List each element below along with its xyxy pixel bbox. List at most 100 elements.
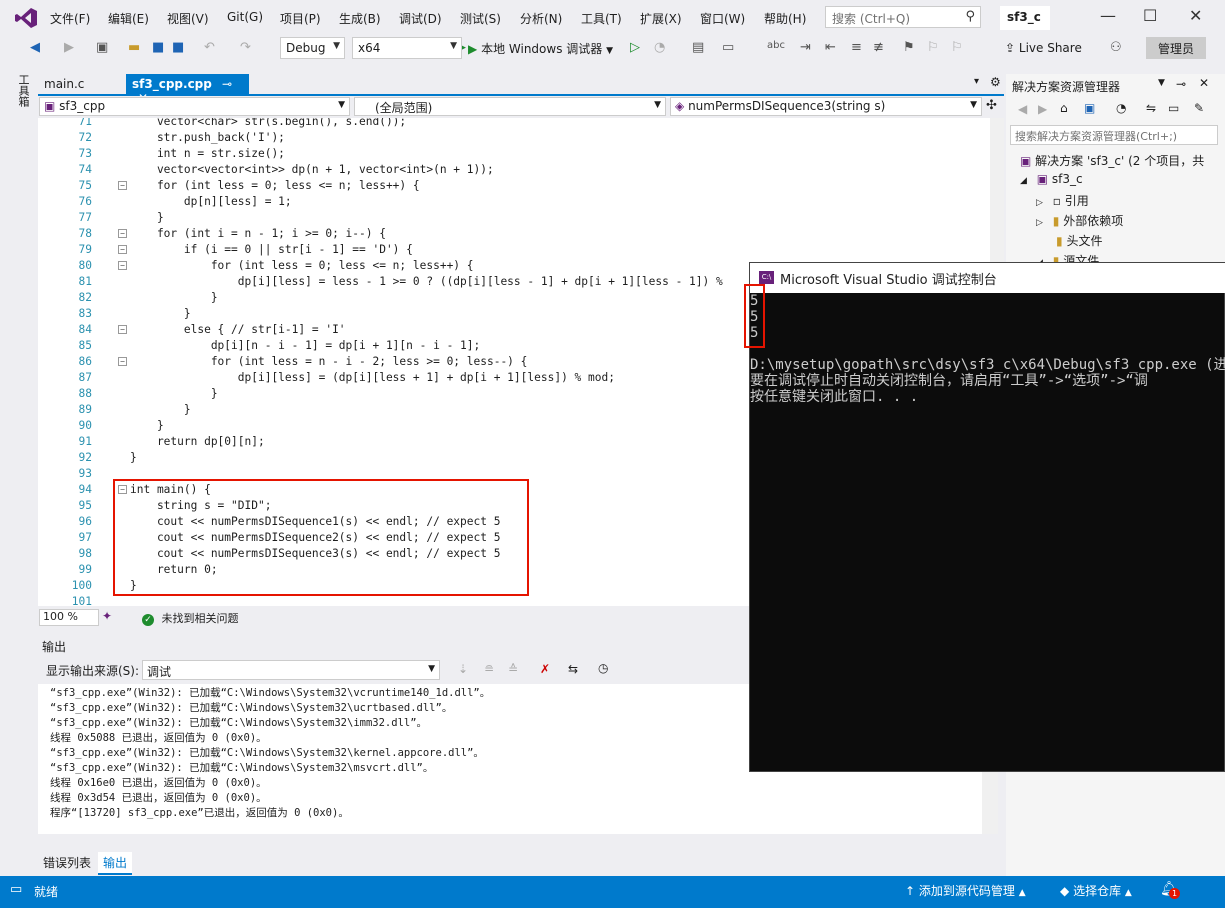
run-debugger-button[interactable]: ▶ 本地 Windows 调试器 ▼ [468,40,613,57]
indent-icon[interactable]: ⇥ [800,40,811,55]
debug-console-window[interactable]: C:\ Microsoft Visual Studio 调试控制台 5 5 5 D:\… [749,262,1225,772]
console-title-bar[interactable]: C:\ Microsoft Visual Studio 调试控制台 [750,263,1225,293]
tab-main-c[interactable]: main.c [38,74,126,95]
tree-header-files[interactable]: ▮ 头文件 [1056,232,1102,249]
tab-sf3-cpp[interactable]: sf3_cpp.cpp ⊸ ✕ [126,74,249,105]
undo-icon[interactable]: ↶ [204,40,215,55]
tab-output[interactable]: 输出 [98,852,133,875]
redo-icon[interactable]: ↷ [240,40,251,55]
config-select[interactable]: Debug ▼ [280,37,345,59]
tree-external-dependencies[interactable]: ▷ ▮ 外部依赖项 [1036,212,1123,229]
add-to-source-control-button[interactable]: ↑ 添加到源代码管理 ▲ [905,882,1026,899]
history-icon[interactable]: ◔ [1116,101,1126,115]
collapse-icon[interactable]: − [118,357,127,366]
solution-search-input[interactable]: 搜索解决方案资源管理器(Ctrl+;) [1010,125,1218,145]
clock-icon[interactable]: ◷ [598,661,608,675]
save-all-icon[interactable]: ■ [172,40,184,55]
live-share-button[interactable]: ⇪ Live Share [1005,41,1082,55]
code-line[interactable]: 76 dp[n][less] = 1; [38,194,990,210]
settings-gear-icon[interactable]: ⚙ [990,75,1001,89]
output-source-select[interactable]: 调试 ▼ [142,660,440,680]
menu-debug[interactable]: 调试(D) [399,10,442,27]
search-input[interactable]: 搜索 (Ctrl+Q) ⚲ [825,6,981,28]
member-dropdown[interactable]: ◈ numPermsDISequence3(string s) ▼ [670,97,982,116]
menu-tools[interactable]: 工具(T) [581,10,622,27]
collapse-icon[interactable]: − [118,181,127,190]
pin-icon[interactable]: ⊸ [222,77,232,91]
tab-error-list[interactable]: 错误列表 [38,852,96,873]
issues-indicator[interactable]: ✓ 未找到相关问题 [142,610,239,626]
forward-icon[interactable]: ▶ [1038,102,1047,116]
chevron-down-icon[interactable]: ▼ [1158,78,1165,88]
collapse-icon[interactable]: − [118,229,127,238]
next-message-icon[interactable]: ≙ [508,662,518,676]
uncomment-icon[interactable]: ≢ [873,40,884,55]
close-icon[interactable]: ✕ [1189,6,1202,25]
code-line[interactable]: 77 } [38,210,990,226]
code-line[interactable]: 71 vector<char> str(s.begin(), s.end()); [38,118,990,130]
scope-dropdown[interactable]: (全局范围) ▼ [354,97,666,116]
menu-test[interactable]: 测试(S) [460,10,501,27]
find-message-icon[interactable]: ⇣ [458,662,468,676]
platform-select[interactable]: x64 ▼ [352,37,462,59]
intellicode-icon[interactable]: ✦ [102,609,112,623]
bookmark-icon[interactable]: ⚑ [903,40,915,55]
back-icon[interactable]: ◀ [1018,102,1027,116]
new-project-icon[interactable]: ▣ [96,40,108,55]
save-icon[interactable]: ■ [152,40,164,55]
collapse-icon[interactable]: − [118,261,127,270]
start-without-debug-icon[interactable]: ▷ [630,40,640,55]
code-line[interactable]: 72 str.push_back('I'); [38,130,990,146]
solution-explorer-icon[interactable]: ▤ [692,40,704,55]
close-icon[interactable]: ✕ [1199,76,1209,90]
project-dropdown[interactable]: ▣ sf3_cpp ▼ [39,97,350,116]
word-wrap-icon[interactable]: ⇆ [568,662,578,676]
notifications-button[interactable]: 🔔︎ 1 [1160,881,1180,899]
menu-build[interactable]: 生成(B) [339,10,381,27]
outdent-icon[interactable]: ⇤ [825,40,836,55]
switch-view-icon[interactable]: ▣ [1084,101,1095,115]
menu-window[interactable]: 窗口(W) [700,10,745,27]
tree-solution[interactable]: ▣ 解决方案 'sf3_c' (2 个项目，共 [1020,152,1204,169]
collapse-icon[interactable]: − [118,325,127,334]
tree-project-sf3-c[interactable]: ◢ ▣ sf3_c [1020,172,1083,186]
menu-analyze[interactable]: 分析(N) [520,10,562,27]
next-bookmark-icon[interactable]: ⚐ [951,40,963,55]
menu-help[interactable]: 帮助(H) [764,10,806,27]
tab-dropdown-icon[interactable]: ▾ [974,76,979,87]
sync-icon[interactable]: ⇋ [1146,101,1156,115]
open-folder-icon[interactable]: ▬ [128,40,140,55]
wrench-icon[interactable]: ✎ [1194,101,1204,115]
split-icon[interactable]: ✣ [986,98,997,113]
toolbox-tab[interactable]: 工具箱 [14,74,30,107]
pin-icon[interactable]: ⊸ [1176,77,1186,91]
home-icon[interactable]: ⌂ [1060,101,1068,115]
spell-check-icon[interactable]: abc [767,40,785,51]
collapse-icon[interactable]: ▭ [1168,101,1179,115]
select-repository-button[interactable]: ◆ 选择仓库 ▲ [1060,882,1132,899]
clear-all-icon[interactable]: ✗ [540,662,550,676]
collapse-icon[interactable]: − [118,245,127,254]
back-icon[interactable]: ◀ [30,40,40,55]
code-line[interactable]: 75 − for (int less = 0; less <= n; less++… [38,178,990,194]
forward-icon[interactable]: ▶ [64,40,74,55]
hot-reload-icon[interactable]: ◔ [654,40,665,55]
prev-bookmark-icon[interactable]: ⚐ [927,40,939,55]
maximize-icon[interactable]: ☐ [1143,6,1157,25]
tree-references[interactable]: ▷ ▫ 引用 [1036,192,1089,209]
zoom-select[interactable]: 100 % [39,609,99,626]
prev-message-icon[interactable]: ≘ [484,662,494,676]
menu-view[interactable]: 视图(V) [167,10,209,27]
menu-file[interactable]: 文件(F) [50,10,90,27]
code-line[interactable]: 78 − for (int i = n - 1; i >= 0; i--) { [38,226,990,242]
feedback-icon[interactable]: ⚇ [1110,40,1122,55]
comment-icon[interactable]: ≡ [851,40,862,55]
menu-project[interactable]: 项目(P) [280,10,321,27]
layout-icon[interactable]: ▭ [722,40,734,55]
code-line[interactable]: 79 − if (i == 0 || str[i - 1] == 'D') { [38,242,990,258]
minimize-icon[interactable]: — [1100,6,1116,25]
menu-extensions[interactable]: 扩展(X) [640,10,682,27]
menu-git[interactable]: Git(G) [227,10,263,24]
code-line[interactable]: 74 vector<vector<int>> dp(n + 1, vector<… [38,162,990,178]
menu-edit[interactable]: 编辑(E) [108,10,149,27]
